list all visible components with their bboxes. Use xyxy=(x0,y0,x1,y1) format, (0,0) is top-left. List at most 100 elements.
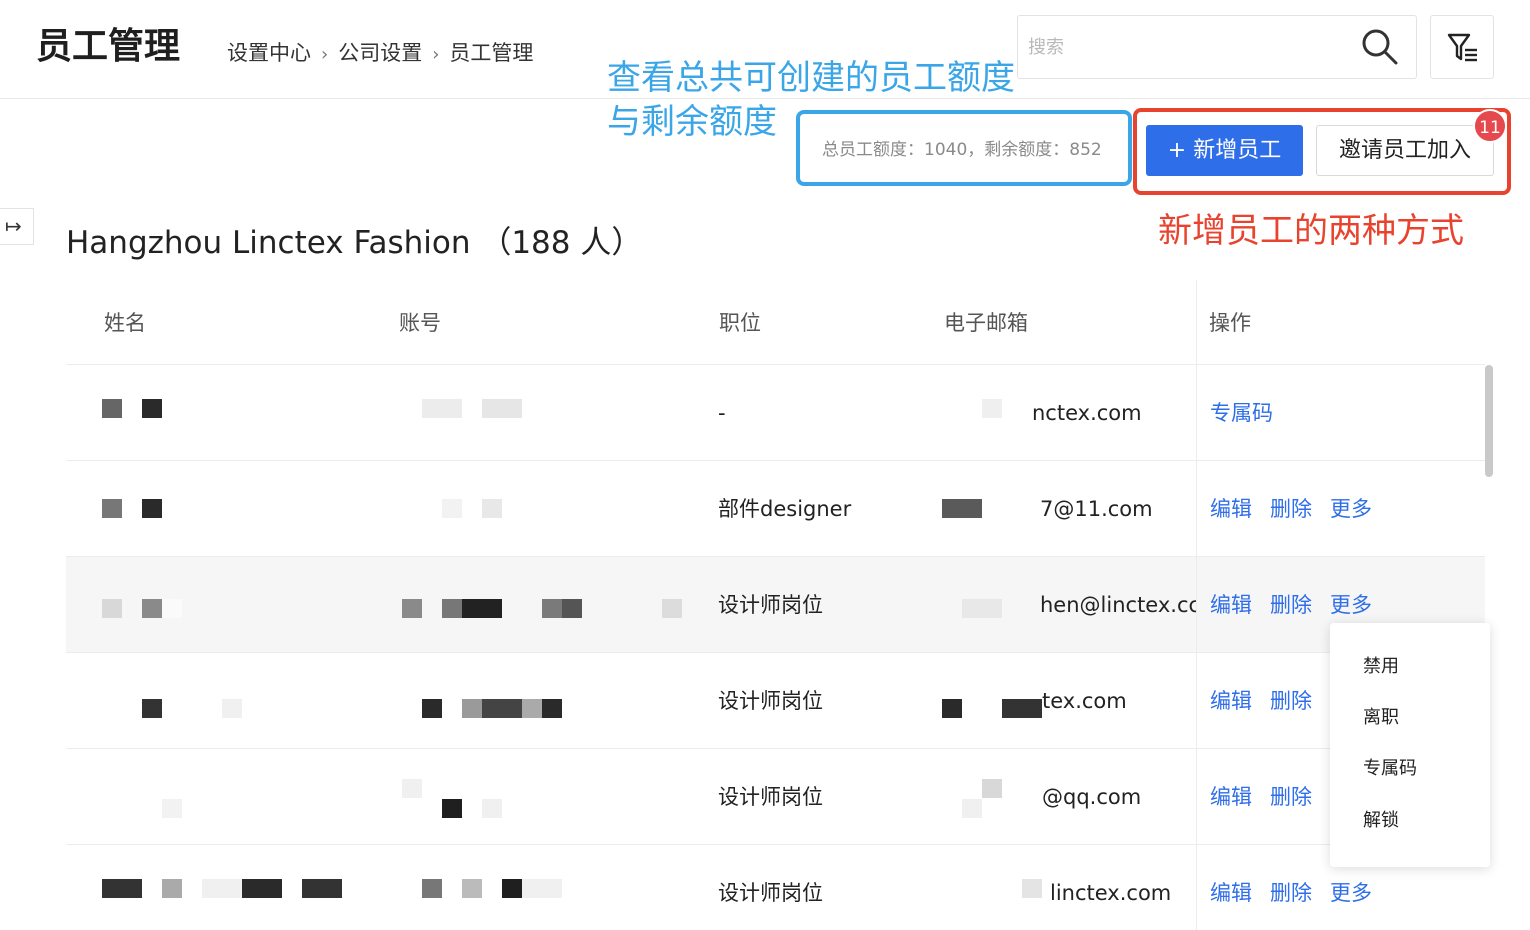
add-employee-button[interactable]: + 新增员工 xyxy=(1146,125,1303,176)
redacted-email xyxy=(942,499,982,518)
quota-annotation-line1: 查看总共可创建的员工额度 xyxy=(607,58,1015,98)
edit-link[interactable]: 编辑 xyxy=(1210,590,1252,620)
redacted-email xyxy=(1022,879,1042,898)
menu-item-unlock[interactable]: 解锁 xyxy=(1363,808,1399,834)
redacted-name xyxy=(162,599,182,618)
column-header-account: 账号 xyxy=(399,311,441,335)
position-cell: 设计师岗位 xyxy=(718,593,823,617)
more-dropdown-menu: 禁用 离职 专属码 解锁 xyxy=(1330,623,1490,867)
menu-item-resign[interactable]: 离职 xyxy=(1363,705,1399,731)
redacted-account xyxy=(442,799,462,818)
position-cell: - xyxy=(718,401,726,425)
redacted-account xyxy=(502,879,522,898)
table-scrollbar[interactable] xyxy=(1485,365,1493,477)
email-cell: tex.com xyxy=(1042,689,1127,713)
redacted-account xyxy=(482,699,522,718)
position-cell: 设计师岗位 xyxy=(718,881,823,905)
breadcrumb-item-employee-management: 员工管理 xyxy=(449,41,534,65)
breadcrumb-item-settings-center[interactable]: 设置中心 xyxy=(227,41,311,65)
redacted-email xyxy=(962,599,1002,618)
edit-link[interactable]: 编辑 xyxy=(1210,878,1252,908)
redacted-account xyxy=(542,699,562,718)
redacted-email xyxy=(942,699,962,718)
redacted-account xyxy=(462,879,482,898)
table-row: 设计师岗位 @qq.com 编辑 删除 xyxy=(66,748,1485,844)
delete-link[interactable]: 删除 xyxy=(1270,878,1312,908)
redacted-name xyxy=(242,879,282,898)
table-row: 设计师岗位 tex.com 编辑 删除 xyxy=(66,652,1485,748)
email-cell: hen@linctex.cc xyxy=(1040,593,1196,617)
redacted-name xyxy=(142,599,162,618)
redacted-name xyxy=(302,879,342,898)
redacted-name xyxy=(142,699,162,718)
redacted-name xyxy=(102,879,142,898)
redacted-account xyxy=(482,399,522,418)
sidebar-expand-icon: ↦ xyxy=(5,214,22,238)
breadcrumb-item-company-settings[interactable]: 公司设置 xyxy=(338,41,422,65)
column-header-name: 姓名 xyxy=(104,311,146,335)
search-box xyxy=(1017,15,1417,79)
sidebar-expand-button[interactable]: ↦ xyxy=(0,208,34,245)
invite-count-badge: 11 xyxy=(1473,109,1507,143)
edit-link[interactable]: 编辑 xyxy=(1210,686,1252,716)
redacted-name xyxy=(142,499,162,518)
redacted-email xyxy=(1002,699,1042,718)
actions-column-divider xyxy=(1196,280,1197,930)
more-link[interactable]: 更多 xyxy=(1330,590,1372,620)
redacted-name xyxy=(202,879,242,898)
column-header-position: 职位 xyxy=(719,311,761,335)
more-link[interactable]: 更多 xyxy=(1330,878,1372,908)
redacted-account xyxy=(482,499,502,518)
page-title: 员工管理 xyxy=(36,26,181,67)
menu-item-disable[interactable]: 禁用 xyxy=(1363,654,1399,680)
actions-annotation: 新增员工的两种方式 xyxy=(1158,211,1464,251)
email-cell: linctex.com xyxy=(1050,881,1172,905)
delete-link[interactable]: 删除 xyxy=(1270,494,1312,524)
position-cell: 设计师岗位 xyxy=(718,785,823,809)
delete-link[interactable]: 删除 xyxy=(1270,590,1312,620)
redacted-account xyxy=(522,699,542,718)
breadcrumb-separator-icon: › xyxy=(432,44,440,65)
redacted-account xyxy=(482,799,502,818)
table-row: 设计师岗位 hen@linctex.cc 编辑 删除 更多 xyxy=(66,556,1485,652)
company-title: Hangzhou Linctex Fashion （188 人） xyxy=(66,225,643,261)
edit-link[interactable]: 编辑 xyxy=(1210,782,1252,812)
redacted-email xyxy=(962,799,982,818)
column-header-actions: 操作 xyxy=(1209,311,1251,335)
delete-link[interactable]: 删除 xyxy=(1270,686,1312,716)
email-cell: nctex.com xyxy=(1032,401,1142,425)
exclusive-code-link[interactable]: 专属码 xyxy=(1210,398,1273,428)
redacted-name xyxy=(102,399,122,418)
menu-item-exclusive-code[interactable]: 专属码 xyxy=(1363,756,1417,782)
more-link[interactable]: 更多 xyxy=(1330,494,1372,524)
redacted-account xyxy=(462,599,502,618)
breadcrumb-separator-icon: › xyxy=(321,44,329,65)
edit-link[interactable]: 编辑 xyxy=(1210,494,1252,524)
redacted-name xyxy=(142,399,162,418)
redacted-name xyxy=(222,699,242,718)
quota-text: 总员工额度：1040，剩余额度：852 xyxy=(822,140,1102,160)
redacted-account xyxy=(422,399,462,418)
redacted-account xyxy=(522,879,562,898)
position-cell: 设计师岗位 xyxy=(718,689,823,713)
redacted-account xyxy=(422,699,442,718)
redacted-account xyxy=(402,779,422,798)
search-icon[interactable] xyxy=(1360,27,1400,67)
delete-link[interactable]: 删除 xyxy=(1270,782,1312,812)
search-input[interactable] xyxy=(1028,30,1348,64)
invite-employee-button[interactable]: 邀请员工加入 xyxy=(1316,125,1494,176)
email-cell: 7@11.com xyxy=(1040,497,1153,521)
breadcrumb: 设置中心 › 公司设置 › 员工管理 xyxy=(227,38,533,70)
table-row: - nctex.com 专属码 xyxy=(66,364,1485,460)
redacted-account xyxy=(542,599,562,618)
filter-button[interactable] xyxy=(1430,15,1494,79)
column-header-email: 电子邮箱 xyxy=(944,311,1028,335)
redacted-account xyxy=(422,879,442,898)
email-cell: @qq.com xyxy=(1042,785,1142,809)
redacted-email xyxy=(982,779,1002,798)
redacted-account xyxy=(442,599,462,618)
filter-icon xyxy=(1447,33,1477,62)
redacted-email xyxy=(982,399,1002,418)
redacted-account xyxy=(562,599,582,618)
redacted-account xyxy=(442,499,462,518)
